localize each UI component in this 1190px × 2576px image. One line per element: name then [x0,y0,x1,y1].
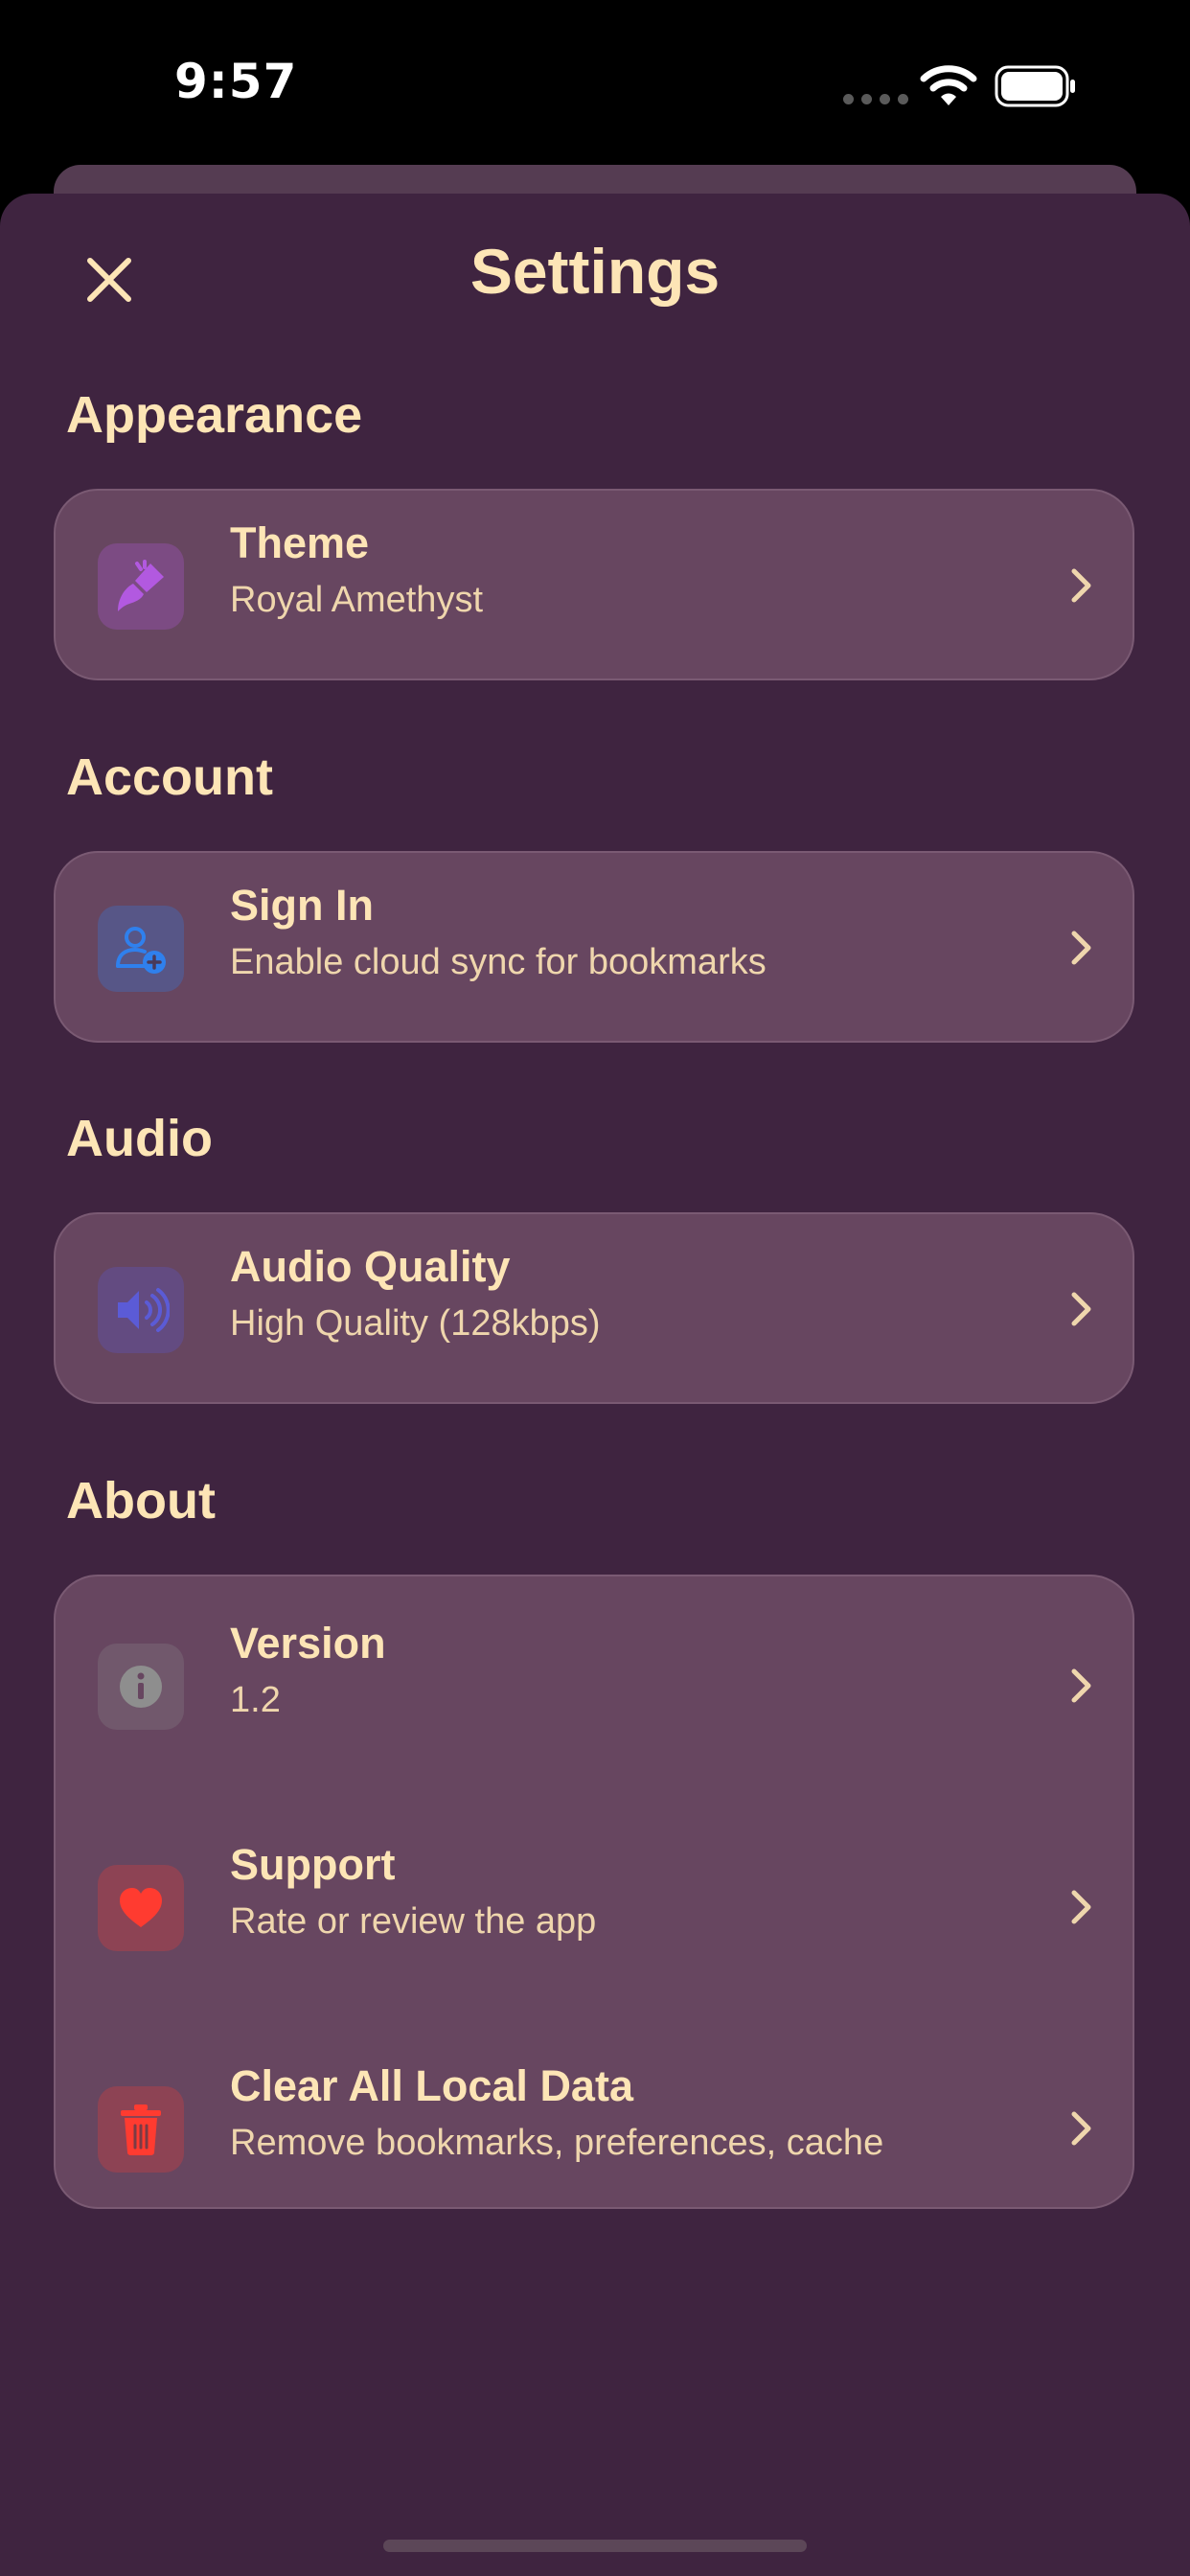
about-card: Version 1.2 Support Rate or review the a… [54,1575,1134,2209]
row-title: Sign In [230,881,374,930]
settings-row-audio-quality[interactable]: Audio Quality High Quality (128kbps) [56,1200,1133,1420]
settings-row-version[interactable]: Version 1.2 [56,1576,1133,1797]
section-header-about: About [66,1472,216,1530]
page-title: Settings [469,236,721,307]
audio-card: Audio Quality High Quality (128kbps) [54,1212,1134,1404]
row-title: Version [230,1619,386,1668]
row-subtitle: Remove bookmarks, preferences, cache [230,2123,884,2163]
row-subtitle: Royal Amethyst [230,580,483,620]
chevron-right-icon [1071,2111,1091,2146]
settings-row-theme[interactable]: Theme Royal Amethyst [56,476,1133,697]
row-title: Theme [230,518,370,567]
settings-row-clear-data[interactable]: Clear All Local Data Remove bookmarks, p… [56,2019,1133,2240]
battery-icon [995,65,1075,107]
paintbrush-icon [98,543,184,630]
section-header-audio: Audio [66,1110,213,1167]
speaker-icon [98,1267,184,1353]
status-bar: 9:57 [0,0,1190,172]
section-header-appearance: Appearance [66,386,363,444]
chevron-right-icon [1071,1292,1091,1326]
home-indicator[interactable] [383,2540,807,2552]
heart-icon [98,1865,184,1951]
account-card: Sign In Enable cloud sync for bookmarks [54,851,1134,1043]
person-add-icon [98,906,184,992]
row-title: Audio Quality [230,1242,511,1291]
chevron-right-icon [1071,1668,1091,1703]
cellular-signal-icon [843,94,908,104]
chevron-right-icon [1071,931,1091,965]
row-subtitle: Enable cloud sync for bookmarks [230,942,767,982]
chevron-right-icon [1071,1890,1091,1924]
info-icon [98,1644,184,1730]
trash-icon [98,2086,184,2173]
chevron-right-icon [1071,568,1091,603]
settings-row-support[interactable]: Support Rate or review the app [56,1798,1133,2018]
row-subtitle: High Quality (128kbps) [230,1303,601,1344]
row-subtitle: Rate or review the app [230,1901,597,1942]
appearance-card: Theme Royal Amethyst [54,489,1134,680]
section-header-account: Account [66,748,273,806]
status-time: 9:57 [174,54,298,109]
row-title: Support [230,1840,396,1889]
row-title: Clear All Local Data [230,2061,633,2110]
settings-row-sign-in[interactable]: Sign In Enable cloud sync for bookmarks [56,839,1133,1059]
wifi-icon [920,65,977,105]
row-subtitle: 1.2 [230,1680,281,1720]
